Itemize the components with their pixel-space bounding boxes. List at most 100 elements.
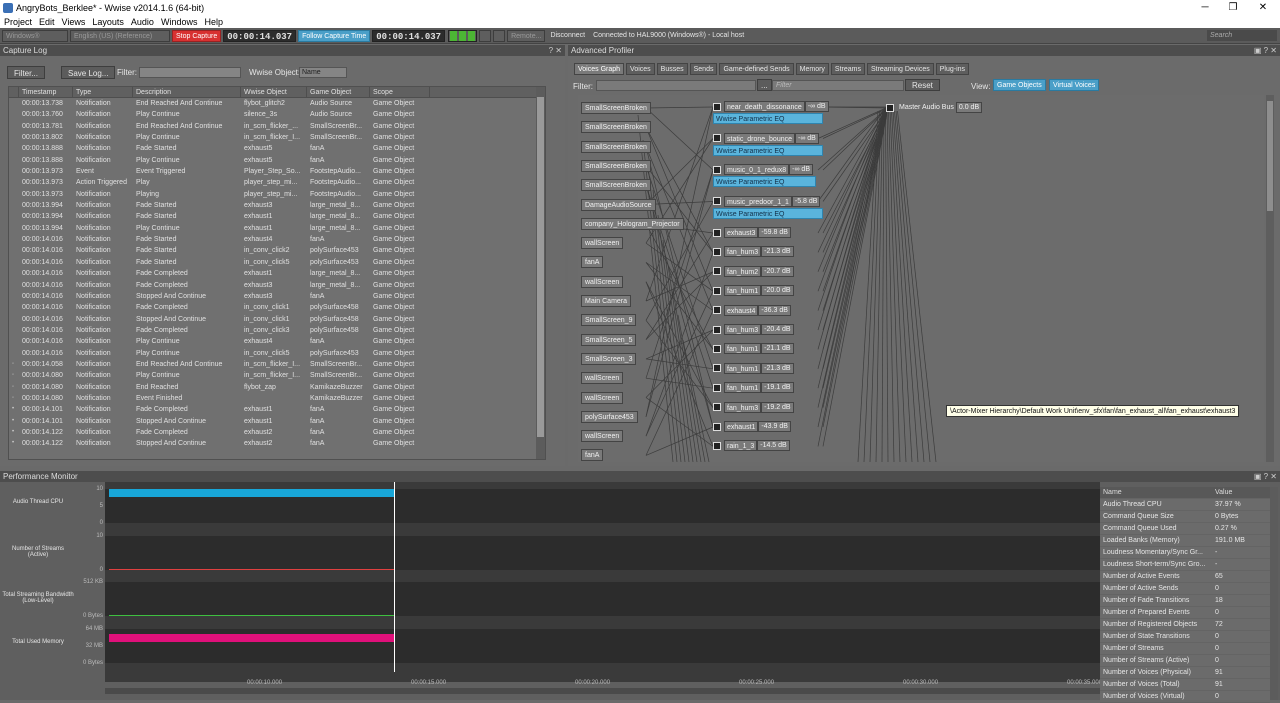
table-row[interactable]: 00:00:14.016 Notification Stopped And Cont…: [9, 291, 545, 302]
game-object-node[interactable]: Main Camera: [581, 295, 632, 307]
voice-node[interactable]: exhaust3 -59.8 dB: [713, 227, 791, 238]
table-row[interactable]: 00:00:13.888 Notification Play Continue exh…: [9, 155, 545, 166]
reset-button[interactable]: Reset: [905, 79, 940, 91]
menu-audio[interactable]: Audio: [131, 17, 154, 27]
property-row[interactable]: Loudness Momentary/Sync Gr... -: [1100, 547, 1270, 559]
voice-node[interactable]: rain_1_3 -14.5 dB: [713, 440, 790, 452]
menu-layouts[interactable]: Layouts: [92, 17, 124, 27]
filter-input[interactable]: [139, 67, 241, 78]
timeline-scrollbar[interactable]: [105, 688, 1100, 694]
column-header[interactable]: [9, 87, 19, 97]
platform-select[interactable]: Windows®: [2, 29, 68, 42]
table-row[interactable]: 00:00:13.973 Notification Playing player_st…: [9, 189, 545, 200]
graph-filter-input[interactable]: [596, 80, 756, 91]
filter-browse-button[interactable]: ...: [757, 79, 772, 91]
game-object-node[interactable]: fanA: [581, 449, 604, 462]
panel-controls-icon[interactable]: ? ✕: [549, 45, 562, 56]
property-row[interactable]: Number of Active Sends 0: [1100, 583, 1270, 595]
toolbar-option-button[interactable]: [493, 29, 506, 42]
table-row[interactable]: 00:00:13.994 Notification Fade Started exha…: [9, 200, 545, 211]
property-row[interactable]: Number of Active Events 65: [1100, 571, 1270, 583]
property-row[interactable]: Number of Streams 0: [1100, 643, 1270, 655]
tab-voices-graph[interactable]: Voices Graph: [574, 63, 625, 75]
game-object-node[interactable]: SmallScreenBroken: [581, 121, 651, 134]
close-button[interactable]: ✕: [1248, 0, 1278, 15]
game-object-node[interactable]: fanA: [581, 256, 604, 269]
tab-voices[interactable]: Voices: [626, 63, 655, 75]
table-row[interactable]: ◦ 00:00:14.058 Notification End Reached And…: [9, 359, 545, 370]
column-header[interactable]: Name: [1100, 487, 1212, 498]
table-row[interactable]: 00:00:14.016 Notification Fade Completed ex…: [9, 280, 545, 291]
property-row[interactable]: Number of Prepared Events 0: [1100, 607, 1270, 619]
property-row[interactable]: Number of Voices (Total) 91: [1100, 679, 1270, 691]
toolbar-option-button[interactable]: [479, 29, 492, 42]
table-row[interactable]: • 00:00:14.122 Notification Fade Completed e…: [9, 427, 545, 438]
tab-streaming-devices[interactable]: Streaming Devices: [866, 63, 934, 75]
table-row[interactable]: 00:00:14.016 Notification Fade Completed in…: [9, 302, 545, 313]
voice-node[interactable]: music_0_1_redux8 -∞ dB: [713, 164, 813, 175]
table-row[interactable]: • 00:00:14.122 Notification Stopped And Con…: [9, 438, 545, 449]
disconnect-button[interactable]: Disconnect: [547, 30, 588, 42]
property-row[interactable]: Loudness Short-term/Sync Gro... -: [1100, 559, 1270, 571]
voice-node[interactable]: fan_hum2 -20.7 dB: [713, 265, 794, 277]
property-row[interactable]: Loaded Banks (Memory) 191.0 MB: [1100, 535, 1270, 547]
game-object-node[interactable]: SmallScreenBroken: [581, 140, 651, 153]
property-row[interactable]: Command Queue Size 0 Bytes: [1100, 511, 1270, 523]
wwise-object-select[interactable]: Name: [299, 67, 347, 78]
tab-streams[interactable]: Streams: [830, 63, 865, 75]
table-row[interactable]: 00:00:13.973 Action Triggered Play player_s…: [9, 177, 545, 188]
game-object-node[interactable]: DamageAudioSource: [581, 198, 656, 211]
stop-capture-button[interactable]: Stop Capture: [172, 29, 222, 42]
tab-game-defined-sends[interactable]: Game-defined Sends: [719, 63, 794, 75]
table-row[interactable]: ◦ 00:00:14.080 Notification Play Continue in…: [9, 370, 545, 381]
follow-capture-time-button[interactable]: Follow Capture Time: [298, 29, 371, 42]
properties-scrollbar[interactable]: [1270, 487, 1278, 700]
property-row[interactable]: Number of Voices (Physical) 91: [1100, 667, 1270, 679]
voice-node[interactable]: fan_hum1 -20.0 dB: [713, 285, 794, 297]
table-row[interactable]: 00:00:14.016 Notification Stopped And Cont…: [9, 314, 545, 325]
search-field[interactable]: Search: [1207, 30, 1277, 41]
menu-views[interactable]: Views: [62, 17, 86, 27]
voice-node[interactable]: fan_hum1 -21.1 dB: [713, 343, 794, 355]
game-object-node[interactable]: wallScreen: [581, 430, 624, 443]
property-row[interactable]: Audio Thread CPU 37.97 %: [1100, 499, 1270, 511]
property-row[interactable]: Number of Registered Objects 72: [1100, 619, 1270, 631]
effect-plugin-node[interactable]: Wwise Parametric EQ: [713, 207, 823, 219]
table-row[interactable]: 00:00:13.994 Notification Fade Started exha…: [9, 211, 545, 222]
menu-windows[interactable]: Windows: [161, 17, 198, 27]
table-row[interactable]: • 00:00:14.101 Notification Stopped And Con…: [9, 416, 545, 427]
game-object-node[interactable]: polySurface453: [581, 410, 638, 423]
voice-node[interactable]: near_death_dissonance -∞ dB: [713, 101, 829, 112]
game-object-node[interactable]: SmallScreen_5: [581, 333, 637, 346]
vertical-scrollbar[interactable]: [536, 87, 545, 459]
column-header[interactable]: Wwise Object: [241, 87, 307, 97]
effect-plugin-node[interactable]: Wwise Parametric EQ: [713, 176, 816, 187]
time-cursor[interactable]: [394, 482, 395, 672]
property-row[interactable]: Number of Fade Transitions 18: [1100, 595, 1270, 607]
filter-button[interactable]: Filter...: [7, 66, 46, 79]
column-header[interactable]: Scope: [370, 87, 430, 97]
table-row[interactable]: 00:00:13.738 Notification End Reached And …: [9, 98, 545, 109]
game-object-node[interactable]: SmallScreenBroken: [581, 102, 651, 114]
column-header[interactable]: Value: [1212, 487, 1270, 498]
view-game-objects-button[interactable]: Game Objects: [993, 79, 1046, 91]
view-virtual-voices-button[interactable]: Virtual Voices: [1049, 79, 1100, 91]
effect-plugin-node[interactable]: Wwise Parametric EQ: [713, 144, 823, 156]
property-row[interactable]: Number of State Transitions 0: [1100, 631, 1270, 643]
column-header[interactable]: Type: [73, 87, 133, 97]
voice-node[interactable]: fan_hum3 -19.2 dB: [713, 401, 794, 413]
game-object-node[interactable]: SmallScreen_9: [581, 314, 637, 327]
game-object-node[interactable]: company_Hologram_Projector: [581, 217, 684, 230]
menu-project[interactable]: Project: [4, 17, 32, 27]
table-row[interactable]: ◦ 00:00:14.080 Notification End Reached flyb…: [9, 382, 545, 393]
voice-node[interactable]: exhaust1 -43.9 dB: [713, 421, 791, 432]
property-row[interactable]: Number of Voices (Virtual) 0: [1100, 691, 1270, 703]
table-row[interactable]: 00:00:13.888 Notification Fade Started exha…: [9, 143, 545, 154]
table-row[interactable]: 00:00:14.016 Notification Fade Completed ex…: [9, 268, 545, 279]
tab-memory[interactable]: Memory: [795, 63, 829, 75]
column-header[interactable]: Game Object: [307, 87, 370, 97]
property-row[interactable]: Number of Streams (Active) 0: [1100, 655, 1270, 667]
table-row[interactable]: 00:00:13.994 Notification Play Continue exh…: [9, 223, 545, 234]
voice-node[interactable]: fan_hum1 -19.1 dB: [713, 382, 794, 394]
game-object-node[interactable]: wallScreen: [581, 391, 624, 404]
